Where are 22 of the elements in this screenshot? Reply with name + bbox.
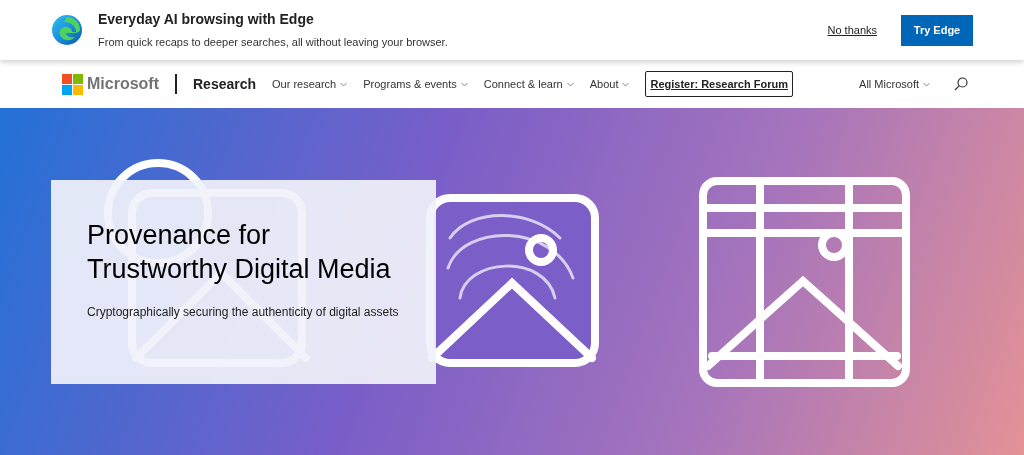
all-microsoft-menu[interactable]: All Microsoft (859, 75, 930, 93)
nav-menu-item[interactable]: Connect & learn (483, 75, 574, 93)
banner-subtitle: From quick recaps to deeper searches, all without leaving your browser. (98, 35, 448, 51)
search-icon[interactable] (954, 77, 968, 91)
chevron-icon (340, 81, 348, 87)
edge-logo-icon (52, 15, 82, 45)
brand-name[interactable]: Microsoft (87, 72, 159, 96)
register-button[interactable]: Register: Research Forum (645, 70, 793, 98)
microsoft-logo-icon (62, 73, 83, 95)
hero-title: Provenance for Trustworthy Digital Media (87, 219, 392, 287)
banner-title: Everyday AI browsing with Edge (98, 10, 315, 30)
chevron-icon (460, 81, 468, 87)
chevron-icon (566, 81, 574, 87)
chevron-icon (923, 81, 930, 87)
site-name[interactable]: Research (193, 73, 257, 95)
no-thanks-link[interactable]: No thanks (827, 21, 877, 39)
chevron-icon (622, 81, 630, 87)
nav-menu-item[interactable]: About (589, 75, 630, 93)
hero-subtitle: Cryptographically securing the authenticity of digital assets (87, 303, 400, 321)
try-edge-button[interactable]: Try Edge (901, 14, 973, 46)
nav-menu-item[interactable]: Our research (272, 75, 348, 93)
nav-menu-item[interactable]: Programs & events (363, 75, 468, 93)
